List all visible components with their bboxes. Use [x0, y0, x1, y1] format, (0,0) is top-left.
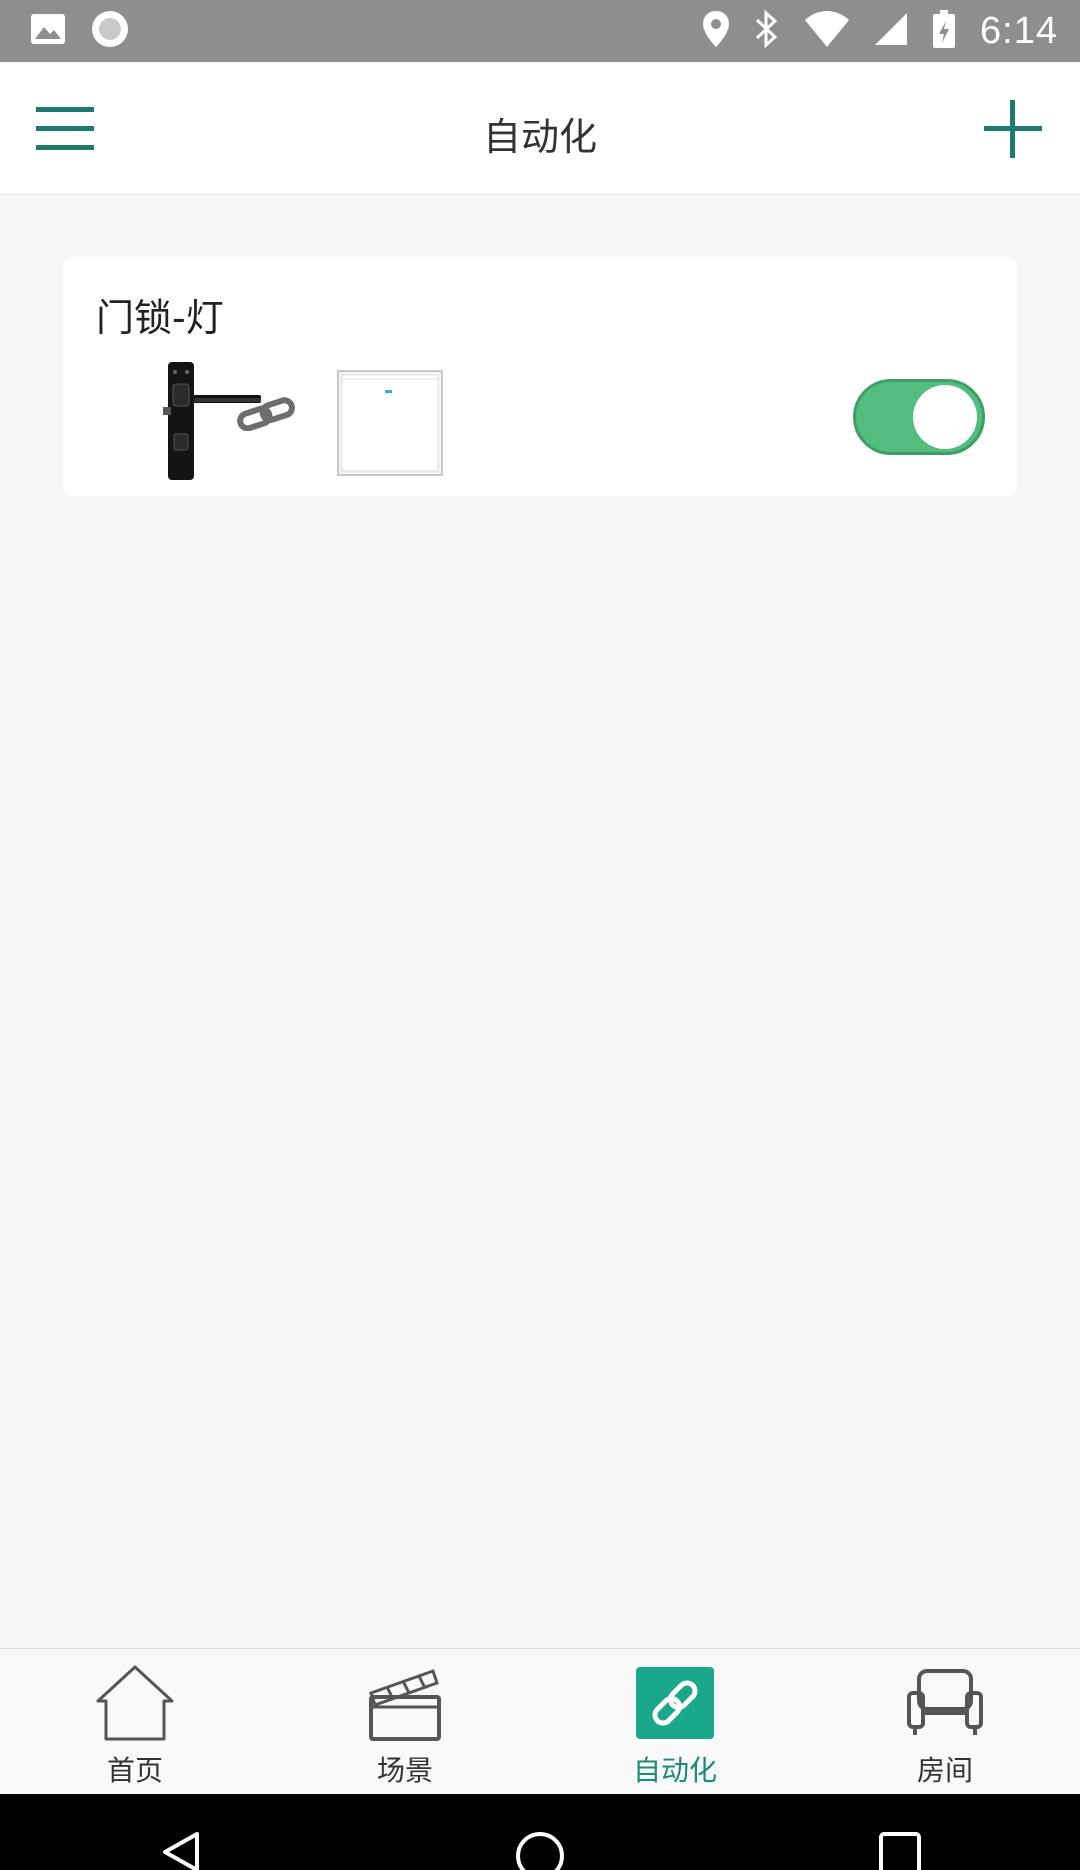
- signal-icon: [874, 12, 908, 50]
- link-icon: [635, 1663, 715, 1743]
- chain-link-icon: [235, 397, 299, 435]
- automation-card[interactable]: 门锁-灯: [63, 257, 1017, 496]
- nav-label: 房间: [916, 1754, 973, 1787]
- nav-item-automation[interactable]: 自动化: [575, 1649, 775, 1794]
- nav-item-home[interactable]: 首页: [35, 1649, 235, 1794]
- automation-enable-toggle[interactable]: [853, 379, 985, 455]
- system-nav-bar: [0, 1794, 1080, 1870]
- sofa-icon: [905, 1663, 985, 1743]
- status-bar: × 6:14: [0, 0, 1080, 62]
- status-time: 6:14: [980, 9, 1058, 52]
- home-system-button[interactable]: [500, 1830, 580, 1870]
- nav-item-rooms[interactable]: 房间: [845, 1649, 1045, 1794]
- record-icon: [90, 9, 130, 53]
- battery-icon: [932, 9, 956, 53]
- svg-text:×: ×: [834, 33, 846, 48]
- location-icon: [702, 10, 730, 52]
- wifi-icon: ×: [804, 10, 850, 52]
- nav-label: 自动化: [632, 1754, 717, 1787]
- image-icon: [30, 13, 66, 49]
- add-automation-button[interactable]: [982, 98, 1044, 160]
- bottom-nav: 首页 场景 自动化 房间: [0, 1648, 1080, 1794]
- clapperboard-icon: [365, 1663, 445, 1743]
- page-title: 自动化: [482, 115, 597, 159]
- plus-icon: [984, 100, 1042, 158]
- back-button[interactable]: [140, 1830, 220, 1870]
- wall-switch-icon: [336, 369, 444, 481]
- nav-item-scenes[interactable]: 场景: [305, 1649, 505, 1794]
- recents-button[interactable]: [860, 1830, 940, 1870]
- home-circle-icon: [516, 1832, 564, 1870]
- automation-name: 门锁-灯: [96, 296, 224, 340]
- home-icon: [95, 1663, 175, 1743]
- back-icon: [163, 1832, 199, 1870]
- screen: × 6:14 自动化 门锁-灯 首页 场景 自动化 房间: [0, 0, 1080, 1870]
- toggle-knob: [913, 385, 977, 449]
- nav-label: 场景: [376, 1754, 433, 1787]
- bluetooth-icon: [754, 9, 780, 52]
- recents-icon: [879, 1832, 921, 1870]
- app-header: 自动化: [0, 62, 1080, 195]
- nav-label: 首页: [106, 1754, 163, 1787]
